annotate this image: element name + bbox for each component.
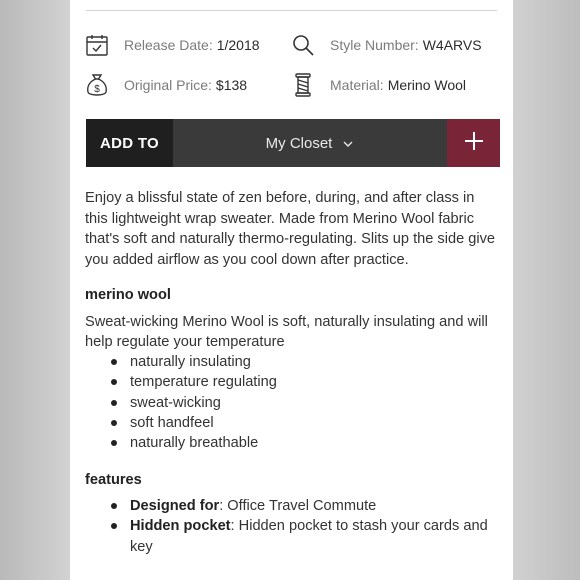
product-details-panel: Release Date: 1/2018 Style Number: W4ARV…: [70, 0, 513, 580]
divider: [86, 10, 497, 11]
calendar-icon: [84, 32, 110, 58]
fabric-spool-icon: [290, 72, 316, 98]
list-item: naturally insulating: [111, 352, 277, 372]
product-description: Enjoy a blissful state of zen before, du…: [85, 190, 496, 268]
original-price: $ Original Price: $138: [84, 72, 247, 98]
list-item: soft handfeel: [111, 413, 277, 433]
merino-heading: merino wool: [85, 287, 171, 303]
svg-text:$: $: [94, 84, 100, 95]
list-item: naturally breathable: [111, 433, 277, 453]
product-meta: Release Date: 1/2018 Style Number: W4ARV…: [70, 28, 513, 108]
closet-dropdown[interactable]: My Closet: [173, 119, 447, 167]
search-icon: [290, 32, 316, 58]
add-button[interactable]: [447, 119, 500, 167]
add-to-label: ADD TO: [86, 119, 173, 167]
feature-text: : Office Travel Commute: [219, 498, 377, 514]
list-item: Hidden pocket: Hidden pocket to stash yo…: [111, 516, 500, 557]
features-list: Designed for: Office Travel Commute Hidd…: [111, 496, 500, 557]
plus-icon: [464, 131, 484, 156]
feature-label: Designed for: [130, 498, 220, 514]
release-date: Release Date: 1/2018: [84, 32, 260, 58]
list-item: Designed for: Office Travel Commute: [111, 496, 500, 516]
style-number: Style Number: W4ARVS: [290, 32, 482, 58]
list-item: sweat-wicking: [111, 393, 277, 413]
right-margin: [510, 0, 580, 580]
list-item: temperature regulating: [111, 372, 277, 392]
chevron-down-icon: [342, 137, 354, 149]
material: Material: Merino Wool: [290, 72, 466, 98]
merino-bullet-list: naturally insulating temperature regulat…: [111, 352, 277, 453]
feature-label: Hidden pocket: [130, 518, 231, 535]
money-bag-icon: $: [84, 72, 110, 98]
merino-text: Sweat-wicking Merino Wool is soft, natur…: [85, 314, 488, 350]
left-margin: [0, 0, 70, 580]
add-to-closet-bar: ADD TO My Closet: [86, 119, 500, 167]
closet-selected: My Closet: [265, 134, 333, 152]
features-heading: features: [85, 472, 142, 488]
